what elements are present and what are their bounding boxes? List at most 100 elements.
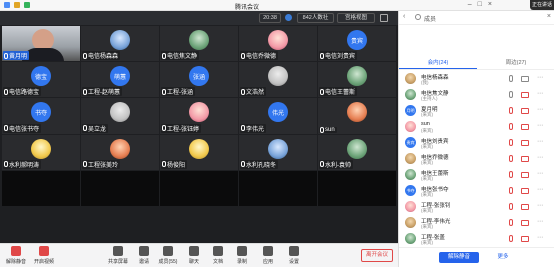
camera-icon[interactable] — [521, 140, 529, 146]
video-tile[interactable]: 黄月明 — [2, 26, 80, 62]
toolbar-button[interactable]: 录制 — [228, 246, 256, 266]
video-tile[interactable]: 杨俊阳 — [160, 134, 238, 170]
member-row[interactable]: sun (来宾) ⋯ — [399, 119, 554, 135]
video-tile[interactable]: 书夺 电信张书夺 — [2, 98, 80, 134]
participant-name: 电信杨森森 — [88, 54, 119, 61]
video-tile[interactable]: 张涵 工程-张涵 — [160, 62, 238, 98]
security-icon[interactable] — [285, 14, 292, 21]
mic-icon[interactable] — [509, 203, 513, 210]
more-button[interactable]: 更多 — [489, 252, 517, 263]
mic-icon[interactable] — [509, 91, 513, 98]
toolbar-button[interactable]: 应用 — [254, 246, 282, 266]
invite-icon — [139, 246, 149, 256]
video-tile[interactable] — [81, 170, 159, 206]
video-tile[interactable]: 德宝 电信路德宝 — [2, 62, 80, 98]
camera-icon[interactable] — [521, 76, 529, 82]
video-tile[interactable] — [160, 170, 238, 206]
mic-icon[interactable] — [509, 155, 513, 162]
member-row[interactable]: 电信王蕾斯 (来宾) ⋯ — [399, 167, 554, 183]
leave-meeting-button[interactable]: 离开会议 — [361, 249, 393, 262]
more-icon[interactable]: ⋯ — [537, 74, 543, 81]
toolbar-button[interactable]: 设置 — [280, 246, 308, 266]
camera-icon[interactable] — [521, 172, 529, 178]
member-row[interactable]: 贵宾 电信刘贵宾 (来宾) ⋯ — [399, 135, 554, 151]
avatar — [110, 30, 130, 50]
video-tile[interactable]: 萌蕙 工程-赵萌蕙 — [81, 62, 159, 98]
video-tile[interactable]: 工程-张钰婷 — [160, 98, 238, 134]
mic-icon[interactable] — [509, 123, 513, 130]
toolbar-button[interactable]: 开启视频 — [30, 246, 58, 266]
more-icon[interactable]: ⋯ — [537, 202, 543, 209]
member-row[interactable]: 书夺 电信张书夺 (来宾) ⋯ — [399, 183, 554, 199]
member-row[interactable]: 月明 夏月明 (来宾) ⋯ — [399, 103, 554, 119]
camera-icon[interactable] — [521, 188, 529, 194]
video-tile[interactable] — [2, 170, 80, 206]
more-icon[interactable]: ⋯ — [537, 154, 543, 161]
participant-nameplate: 杨俊阳 — [161, 159, 188, 169]
member-row[interactable]: 工程-李伟光 (来宾) ⋯ — [399, 215, 554, 231]
mic-icon[interactable] — [509, 171, 513, 178]
video-tile[interactable]: 贵宾 电信刘贵宾 — [318, 26, 396, 62]
mic-icon[interactable] — [509, 235, 513, 242]
participant-count[interactable]: 842人数社 — [297, 13, 334, 23]
mic-icon[interactable] — [509, 219, 513, 226]
camera-icon[interactable] — [521, 220, 529, 226]
panel-close-icon[interactable]: × — [547, 13, 551, 20]
video-tile[interactable]: 吴立龙 — [81, 98, 159, 134]
mic-icon[interactable] — [509, 75, 513, 82]
mic-icon[interactable] — [509, 139, 513, 146]
collapse-icon[interactable]: ‹ — [403, 13, 405, 20]
mic-icon — [4, 52, 8, 59]
video-tile[interactable]: 电信乔微德 — [239, 26, 317, 62]
video-tile[interactable]: 水利-袁帅 — [318, 134, 396, 170]
avatar — [405, 217, 416, 228]
member-row[interactable]: 电信焦文静 (主持人) ⋯ — [399, 87, 554, 103]
view-toggle[interactable]: 宫格视图 — [337, 13, 375, 23]
close-icon[interactable]: × — [488, 1, 492, 8]
camera-icon[interactable] — [521, 236, 529, 242]
unmute-all-button[interactable]: 解除静音 — [439, 252, 479, 263]
tab-nearby[interactable]: 周边(27) — [477, 58, 554, 69]
mic-icon[interactable] — [509, 187, 513, 194]
toolbar-button[interactable]: 成员(55) — [154, 246, 182, 266]
toolbar-button[interactable]: 解除静音 — [2, 246, 30, 266]
fullscreen-icon[interactable] — [380, 14, 388, 22]
video-tile[interactable]: sun — [318, 98, 396, 134]
video-tile[interactable]: 电信王蕾斯 — [318, 62, 396, 98]
minimize-icon[interactable]: – — [468, 1, 472, 8]
maximize-icon[interactable]: □ — [478, 1, 482, 8]
video-tile[interactable] — [239, 170, 317, 206]
camera-icon[interactable] — [521, 204, 529, 210]
member-role: (来宾) — [421, 144, 433, 149]
more-icon[interactable]: ⋯ — [537, 90, 543, 97]
member-row[interactable]: 工程-张张钊 (来宾) ⋯ — [399, 199, 554, 215]
more-icon[interactable]: ⋯ — [537, 138, 543, 145]
more-icon[interactable]: ⋯ — [537, 106, 543, 113]
video-tile[interactable]: 电信焦文静 — [160, 26, 238, 62]
camera-icon[interactable] — [521, 124, 529, 130]
participant-nameplate: 水利郝明涛 — [3, 159, 42, 169]
camera-icon[interactable] — [521, 92, 529, 98]
camera-icon[interactable] — [521, 108, 529, 114]
more-icon[interactable]: ⋯ — [537, 218, 543, 225]
tab-in-meeting[interactable]: 会内(24) — [399, 58, 477, 69]
video-tile[interactable]: 工程张美玲 — [81, 134, 159, 170]
video-tile[interactable]: 水利郝明涛 — [2, 134, 80, 170]
member-row[interactable]: 工程-张盖 (来宾) ⋯ — [399, 231, 554, 247]
more-icon[interactable]: ⋯ — [537, 170, 543, 177]
video-tile[interactable]: 水利孔晓冬 — [239, 134, 317, 170]
member-row[interactable]: 电信乔微德 (来宾) ⋯ — [399, 151, 554, 167]
video-tile[interactable]: 电信杨森森 — [81, 26, 159, 62]
participant-nameplate: 电信路德宝 — [3, 87, 42, 97]
toolbar-button[interactable]: 共享屏幕 — [104, 246, 132, 266]
more-icon[interactable]: ⋯ — [537, 186, 543, 193]
video-tile[interactable]: 伟光 李伟光 — [239, 98, 317, 134]
video-tile[interactable] — [318, 170, 396, 206]
member-row[interactable]: 电信杨森森 (我) ⋯ — [399, 71, 554, 87]
video-tile[interactable]: 文浩然 — [239, 62, 317, 98]
mic-icon[interactable] — [509, 107, 513, 114]
camera-icon[interactable] — [521, 156, 529, 162]
search-icon[interactable] — [415, 14, 421, 20]
more-icon[interactable]: ⋯ — [537, 122, 543, 129]
more-icon[interactable]: ⋯ — [537, 234, 543, 241]
